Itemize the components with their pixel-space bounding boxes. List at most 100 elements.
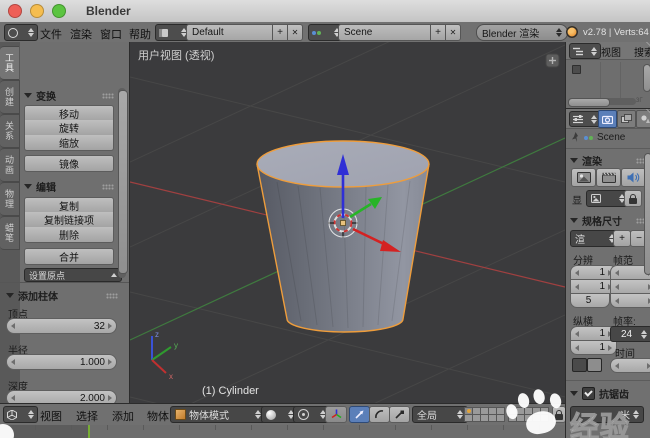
scale-button[interactable]: 缩放 xyxy=(24,135,114,151)
display-lock-button[interactable] xyxy=(624,190,642,207)
layer-cell[interactable] xyxy=(496,414,505,422)
editor-type-button-outliner[interactable] xyxy=(569,43,601,59)
join-button[interactable]: 合并 xyxy=(24,248,114,265)
rotate-button[interactable]: 旋转 xyxy=(24,120,114,136)
collapse-triangle-icon xyxy=(570,218,578,223)
mirror-button[interactable]: 镜像 xyxy=(24,155,114,172)
tab-render[interactable] xyxy=(598,110,617,128)
depth-value: 2.000 xyxy=(79,392,105,404)
add-screen-layout-button[interactable]: + xyxy=(272,24,288,41)
duplicate-linked-button[interactable]: 复制链接项 xyxy=(24,212,114,228)
tool-shelf-scrollbar-thumb[interactable] xyxy=(118,90,128,274)
menu-select[interactable]: 选择 xyxy=(74,408,100,424)
manipulator-translate-button[interactable] xyxy=(349,406,370,423)
stepper-up-icon[interactable] xyxy=(641,329,647,334)
border-toggle[interactable] xyxy=(572,358,587,372)
increment-icon[interactable] xyxy=(108,359,112,365)
translate-arrow-icon xyxy=(355,410,364,419)
delete-scene-button[interactable]: ✕ xyxy=(445,24,461,41)
decrement-icon[interactable] xyxy=(615,297,619,304)
screen-layout-name-field[interactable]: Default xyxy=(186,24,282,41)
set-origin-dropdown[interactable]: 设置原点 xyxy=(24,268,122,282)
breadcrumb-scene[interactable]: Scene xyxy=(597,132,625,143)
panel-header-add-cylinder[interactable]: 添加柱体 xyxy=(6,288,118,303)
menu-object[interactable]: 物体 xyxy=(145,408,171,424)
editor-type-button-properties[interactable] xyxy=(569,111,601,127)
tab-physics[interactable]: 物理 xyxy=(0,182,20,216)
outliner-item-icon[interactable] xyxy=(572,65,581,74)
render-engine-selector[interactable]: Blender 渲染 xyxy=(476,24,568,41)
maximize-window-button[interactable] xyxy=(52,4,66,18)
panel-header-antialiasing[interactable]: 抗锯齿 xyxy=(570,386,629,401)
panel-header-edit[interactable]: 编辑 xyxy=(24,179,114,194)
render-still-button[interactable] xyxy=(571,168,596,187)
fps-field[interactable]: 24 xyxy=(610,326,650,342)
add-scene-button[interactable]: + xyxy=(430,24,446,41)
render-layers-icon xyxy=(621,114,632,123)
collapse-triangle-icon xyxy=(570,158,578,163)
blender-window: Blender 文件 渲染 窗口 帮助 Default + ✕ Scene + … xyxy=(0,0,650,438)
properties-scrollbar-thumb[interactable] xyxy=(644,153,650,275)
increment-icon[interactable] xyxy=(108,323,112,329)
aspect-y-field[interactable]: 1 xyxy=(570,340,617,355)
frame-step-field[interactable] xyxy=(610,293,650,308)
decrement-icon[interactable] xyxy=(615,362,619,369)
decrement-icon[interactable] xyxy=(615,269,619,276)
tab-create[interactable]: 创建 xyxy=(0,80,20,114)
outliner-tree-area[interactable]: 3Γ xyxy=(566,60,650,108)
stepper-down-icon[interactable] xyxy=(641,334,647,339)
mode-dropdown[interactable]: 物体模式 xyxy=(170,406,266,423)
panel-header-render[interactable]: 渲染 xyxy=(570,153,648,168)
antialiasing-checkbox[interactable] xyxy=(582,387,595,400)
manipulator-scale-button[interactable] xyxy=(389,406,410,423)
pin-icon[interactable] xyxy=(571,132,580,143)
resolution-percentage-field[interactable]: 5 xyxy=(570,293,610,308)
delete-button[interactable]: 删除 xyxy=(24,227,114,243)
outliner-vscrollbar-thumb[interactable] xyxy=(643,64,650,92)
menu-help[interactable]: 帮助 xyxy=(127,26,153,42)
chevron-down-icon xyxy=(591,51,597,56)
region-expand-handle[interactable] xyxy=(545,53,560,68)
decrement-icon[interactable] xyxy=(615,283,619,290)
render-animation-button[interactable] xyxy=(596,168,621,187)
menu-file[interactable]: 文件 xyxy=(38,26,64,42)
current-frame-marker[interactable] xyxy=(88,425,90,438)
outliner-hscrollbar-thumb[interactable] xyxy=(568,98,610,107)
timeline[interactable] xyxy=(0,425,565,438)
3d-viewport[interactable]: z y x 用户视图 (透视) (1) Cylinder xyxy=(130,42,565,403)
outliner-column-divider xyxy=(600,62,601,100)
frame-end-field[interactable] xyxy=(610,279,650,294)
scene-name-field[interactable]: Scene xyxy=(338,24,440,41)
tab-render-layers[interactable] xyxy=(617,110,636,128)
tab-relations[interactable]: 关系 xyxy=(0,114,20,148)
editor-type-button-3d-view[interactable] xyxy=(3,406,38,423)
increment-icon[interactable] xyxy=(108,395,112,401)
manipulator-rotate-button[interactable] xyxy=(369,406,390,423)
tab-grease-pencil[interactable]: 蜡笔 xyxy=(0,216,20,250)
close-window-button[interactable] xyxy=(8,4,22,18)
editor-type-button-info[interactable] xyxy=(4,24,38,41)
speaker-icon xyxy=(627,172,640,183)
increment-icon[interactable] xyxy=(608,344,612,351)
vertices-field[interactable]: 32 xyxy=(6,318,117,334)
delete-screen-layout-button[interactable]: ✕ xyxy=(287,24,303,41)
panel-header-transform[interactable]: 变换 xyxy=(24,88,114,103)
menu-window[interactable]: 窗口 xyxy=(98,26,124,42)
time-new-field[interactable] xyxy=(629,358,650,373)
menu-render[interactable]: 渲染 xyxy=(68,26,94,42)
outliner-menu-view[interactable]: 视图 xyxy=(599,44,623,59)
minimize-window-button[interactable] xyxy=(30,4,44,18)
tab-tools[interactable]: 工具 xyxy=(0,46,19,80)
panel-header-dimensions[interactable]: 规格尺寸 xyxy=(570,213,648,228)
radius-field[interactable]: 1.000 xyxy=(6,354,117,370)
field-value: 5 xyxy=(585,295,592,306)
menu-add[interactable]: 添加 xyxy=(110,408,136,424)
menu-view[interactable]: 视图 xyxy=(38,408,64,424)
transform-orientation-dropdown[interactable]: 全局 xyxy=(412,406,468,423)
tab-animation[interactable]: 动画 xyxy=(0,148,20,182)
crop-toggle[interactable] xyxy=(587,358,602,372)
render-audio-button[interactable] xyxy=(621,168,646,187)
layers-widget-group-1[interactable] xyxy=(464,407,505,422)
manipulator-toggle-button[interactable] xyxy=(325,406,347,423)
preset-add-button[interactable]: + xyxy=(613,230,631,247)
